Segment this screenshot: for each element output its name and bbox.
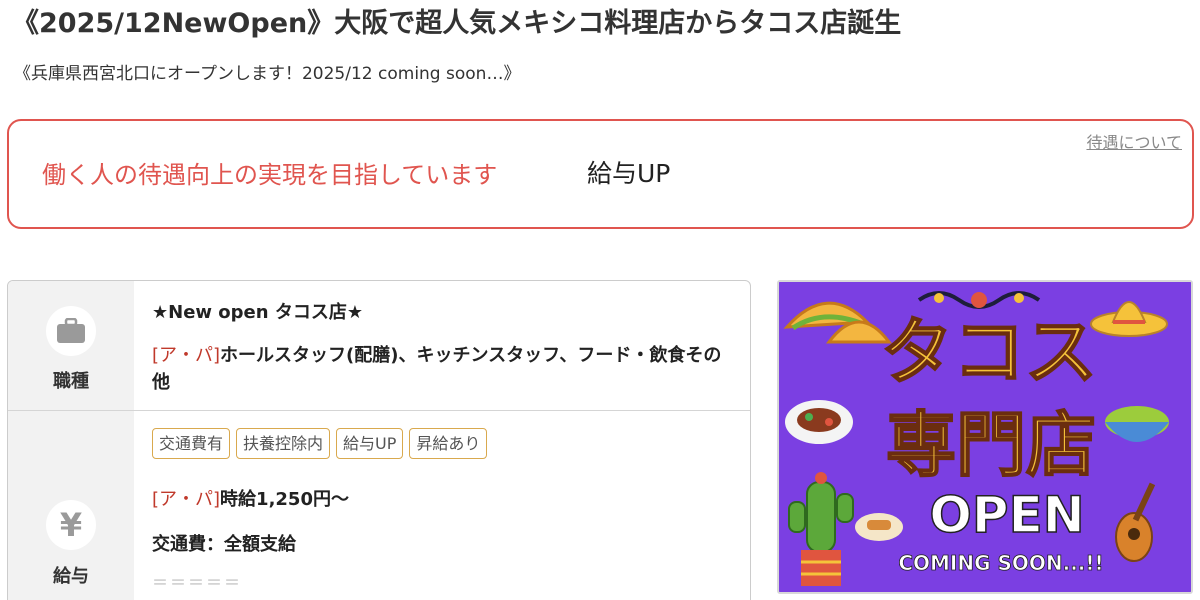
salary-header: ¥ 給与 [8, 411, 134, 600]
tag-raise: 昇給あり [409, 428, 488, 459]
salary-label: 給与 [53, 566, 89, 587]
job-type-label: 職種 [53, 371, 89, 392]
salary-tags: 交通費有 扶養控除内 給与UP 昇給あり [152, 428, 488, 459]
employment-type-prefix: [ア・パ] [152, 345, 221, 366]
hourly-wage: [ア・パ]時給1,250円〜 [152, 485, 349, 511]
promo-line-4: COMING SOON...!! [898, 551, 1103, 575]
salary-up-tag: 給与UP [587, 159, 671, 188]
food-icon [855, 513, 903, 541]
yen-icon: ¥ [46, 500, 96, 550]
plate-icon [785, 400, 853, 444]
promo-line-1: タコス [881, 310, 1097, 394]
job-type-row: 職種 ★New open タコス店★ [ア・パ]ホールスタッフ(配膳)、キッチン… [8, 281, 750, 411]
tag-dependent: 扶養控除内 [236, 428, 331, 459]
job-info-card: 職種 ★New open タコス店★ [ア・パ]ホールスタッフ(配膳)、キッチン… [7, 280, 751, 600]
wage-value: 時給1,250円〜 [220, 489, 349, 510]
tag-salary-up: 給与UP [336, 428, 404, 459]
tag-transport: 交通費有 [152, 428, 231, 459]
separator-line: ＝＝＝＝＝ [152, 573, 243, 592]
job-title: ★New open タコス店★ [152, 302, 363, 323]
job-type-header: 職種 [8, 281, 134, 410]
page-title: 《2025/12NewOpen》大阪で超人気メキシコ料理店からタコス店誕生 [12, 8, 902, 39]
yen-glyph: ¥ [59, 506, 83, 544]
job-description-text: ホールスタッフ(配膳)、キッチンスタッフ、フード・飲食その他 [152, 345, 722, 393]
promo-line-3: OPEN [929, 486, 1084, 544]
job-description: [ア・パ]ホールスタッフ(配膳)、キッチンスタッフ、フード・飲食その他 [152, 342, 732, 396]
promo-image: タコス 専門店 OPEN COMING SOON...!! [777, 280, 1193, 594]
briefcase-icon [46, 306, 96, 356]
page-subtitle: 《兵庫県西宮北口にオープンします！2025/12 coming soon…》 [14, 64, 521, 84]
treatment-message: 働く人の待遇向上の実現を目指しています [42, 161, 498, 189]
salary-row: ¥ 給与 交通費有 扶養控除内 給与UP 昇給あり [ア・パ]時給1,250円〜… [8, 411, 750, 600]
treatment-notice-box: 待遇について 働く人の待遇向上の実現を目指しています 給与UP [7, 119, 1194, 229]
promo-line-2: 専門店 [886, 404, 1096, 486]
wage-prefix: [ア・パ] [152, 489, 221, 510]
transport-allowance: 交通費：全額支給 [152, 534, 296, 555]
treatment-about-link[interactable]: 待遇について [1086, 129, 1182, 153]
